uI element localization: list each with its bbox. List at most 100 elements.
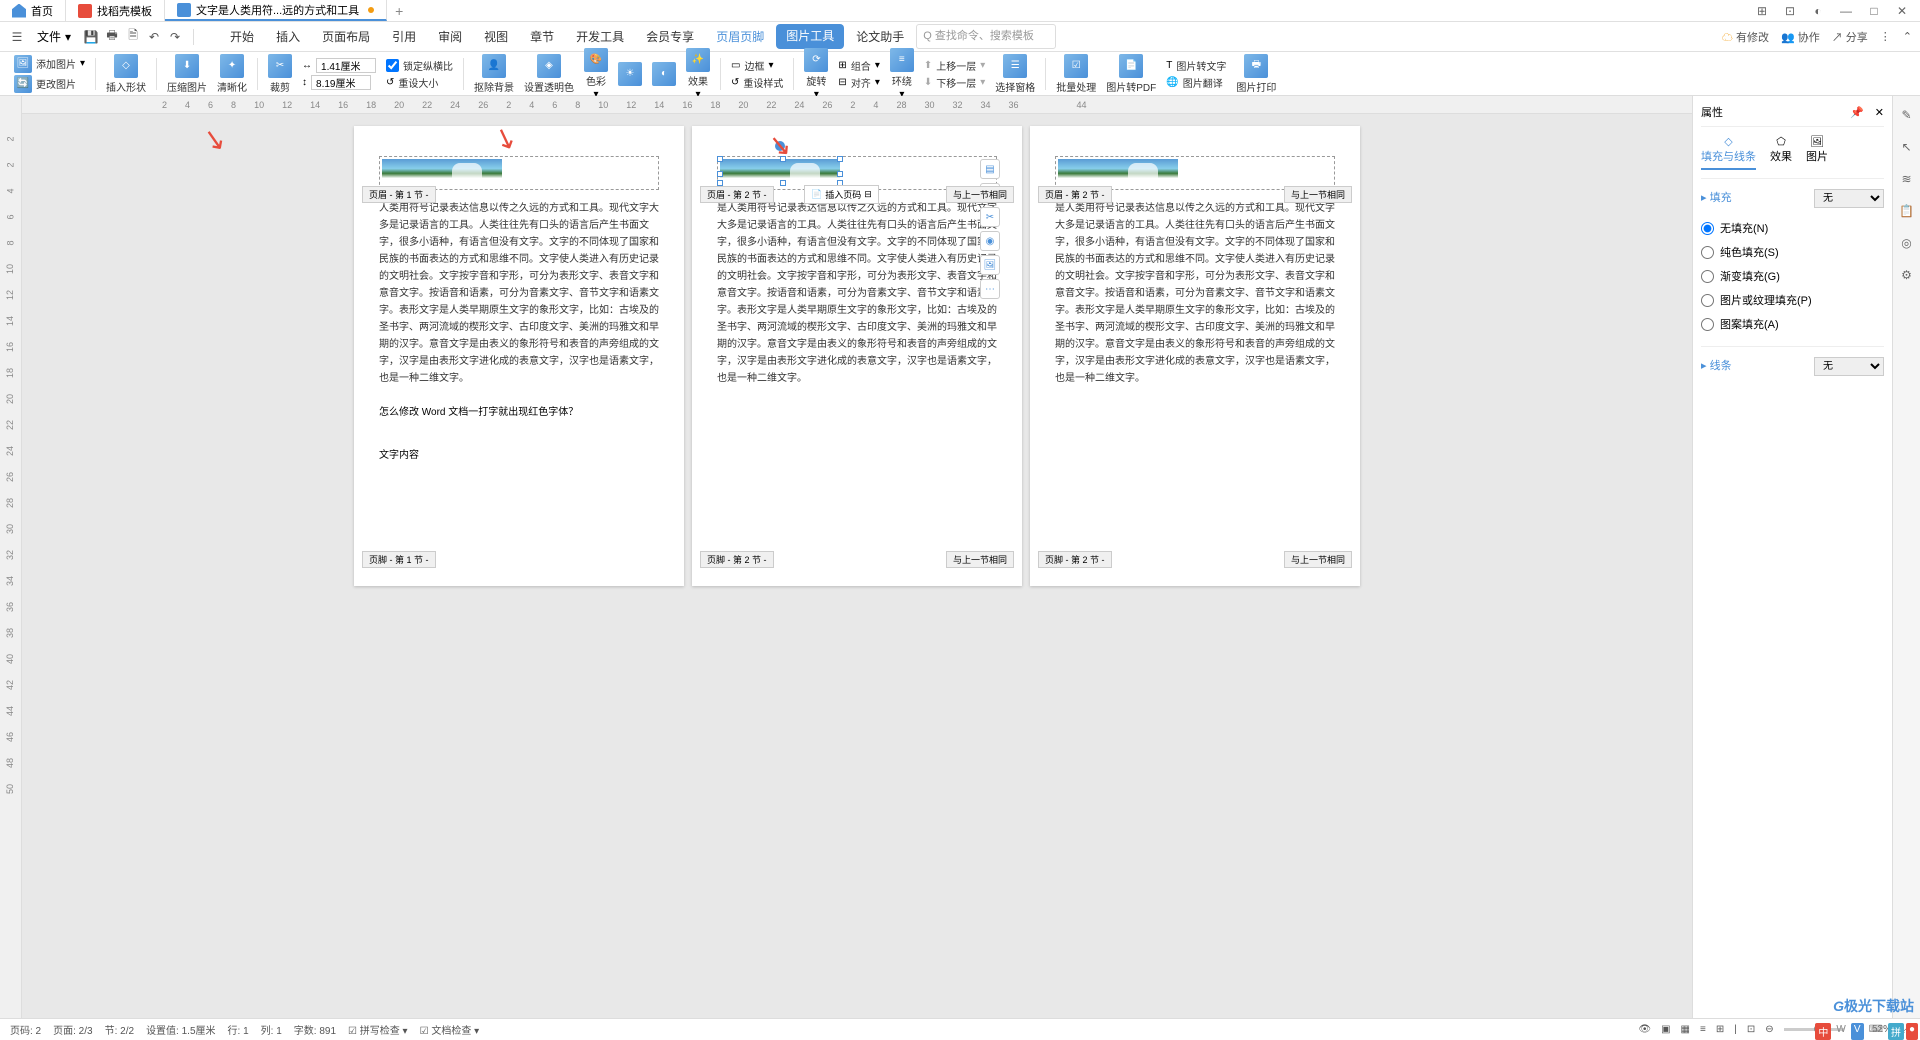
- fill-icon[interactable]: ◉: [980, 231, 1000, 251]
- prop-tab-fill[interactable]: ◇ 填充与线条: [1701, 135, 1756, 170]
- batch[interactable]: ☑批量处理: [1052, 54, 1100, 94]
- resize-handle-tr[interactable]: [837, 156, 843, 162]
- menu-collapse[interactable]: ⌃: [1903, 30, 1912, 43]
- location-icon[interactable]: ◎: [1898, 234, 1916, 252]
- brightness[interactable]: ☀: [614, 62, 646, 86]
- props-pin-icon[interactable]: 📌: [1850, 107, 1864, 119]
- status-setval[interactable]: 设置值: 1.5厘米: [146, 1022, 215, 1037]
- zoom-fit-icon[interactable]: ⊡: [1747, 1024, 1755, 1035]
- remove-bg[interactable]: 👤抠除背景: [470, 54, 518, 94]
- collab-button[interactable]: 👥 协作: [1781, 29, 1820, 45]
- status-col[interactable]: 列: 1: [261, 1022, 282, 1037]
- clipboard-icon[interactable]: 📋: [1898, 202, 1916, 220]
- add-image[interactable]: 🖼添加图片 ▾: [10, 55, 89, 73]
- align[interactable]: ⊟对齐▾: [834, 75, 883, 90]
- menu-start[interactable]: 开始: [220, 24, 264, 49]
- line-section[interactable]: ▸ 线条: [1701, 360, 1732, 372]
- reset-style[interactable]: ↺重设样式: [727, 75, 787, 90]
- status-words[interactable]: 字数: 891: [294, 1022, 336, 1037]
- win-close[interactable]: ✕: [1894, 3, 1910, 19]
- reset-size[interactable]: ↺重设大小: [382, 75, 457, 90]
- move-down[interactable]: ⬇下移一层▾: [920, 75, 989, 90]
- menu-more[interactable]: ⋮: [1880, 30, 1891, 43]
- width-input[interactable]: ↔: [298, 58, 380, 73]
- insert-shape[interactable]: ◇插入形状: [102, 54, 150, 94]
- resize-handle-l[interactable]: [717, 171, 723, 177]
- props-close-icon[interactable]: ✕: [1875, 107, 1884, 119]
- menu-review[interactable]: 审阅: [428, 24, 472, 49]
- view-outline-icon[interactable]: ≡: [1700, 1024, 1706, 1035]
- tab-add[interactable]: +: [387, 3, 411, 19]
- layout-options-icon[interactable]: ▤: [980, 159, 1000, 179]
- header-region[interactable]: ▤ 🔍 ✂ ◉ 🖼 ⋯ 📄 插入页码 ⊟: [717, 156, 997, 190]
- fill-solid[interactable]: 纯色填充(S): [1701, 240, 1884, 264]
- undo-icon[interactable]: ↶: [145, 28, 163, 46]
- fill-pattern[interactable]: 图案填充(A): [1701, 312, 1884, 336]
- menu-ref[interactable]: 引用: [382, 24, 426, 49]
- menu-chapter[interactable]: 章节: [520, 24, 564, 49]
- view-reading-icon[interactable]: 👁: [1638, 1024, 1651, 1035]
- status-line[interactable]: 行: 1: [228, 1022, 249, 1037]
- style-tool-icon[interactable]: ≋: [1898, 170, 1916, 188]
- wrap[interactable]: ≡环绕▾: [886, 48, 918, 100]
- resize-handle-r[interactable]: [837, 171, 843, 177]
- page-2[interactable]: ▤ 🔍 ✂ ◉ 🖼 ⋯ 📄 插入页码 ⊟ 页眉 - 第 2 节 - 与上一节相同…: [692, 126, 1022, 586]
- effect[interactable]: ✨效果▾: [682, 48, 714, 100]
- color[interactable]: 🎨色彩▾: [580, 48, 612, 100]
- menu-headerfoot[interactable]: 页眉页脚: [706, 24, 774, 49]
- combine[interactable]: ⊞组合▾: [834, 58, 883, 73]
- crop[interactable]: ✂裁剪: [264, 54, 296, 94]
- save-icon[interactable]: 💾: [82, 28, 100, 46]
- page-3[interactable]: 页眉 - 第 2 节 - 与上一节相同 是人类用符号记录表达信息以传之久远的方式…: [1030, 126, 1360, 586]
- contrast[interactable]: ◐: [648, 62, 680, 86]
- border[interactable]: ▭边框▾: [727, 58, 787, 73]
- to-pdf[interactable]: 📄图片转PDF: [1102, 54, 1160, 94]
- print-icon[interactable]: 🖶: [103, 28, 121, 46]
- menu-dev[interactable]: 开发工具: [566, 24, 634, 49]
- hamburger-icon[interactable]: ☰: [8, 28, 26, 46]
- header-image[interactable]: [382, 159, 502, 183]
- select-pane[interactable]: ☰选择窗格: [991, 54, 1039, 94]
- view-print-icon[interactable]: ▣: [1661, 1024, 1670, 1035]
- win-grid-icon[interactable]: ⊡: [1782, 3, 1798, 19]
- redo-icon[interactable]: ↷: [166, 28, 184, 46]
- status-page[interactable]: 页面: 2/3: [53, 1022, 92, 1037]
- fill-texture[interactable]: 图片或纹理填充(P): [1701, 288, 1884, 312]
- view-fullwidth-icon[interactable]: ⊞: [1716, 1024, 1724, 1035]
- tab-home[interactable]: 首页: [0, 0, 66, 21]
- change-image[interactable]: 🔄更改图片: [10, 75, 89, 93]
- edit-tool-icon[interactable]: ✎: [1898, 106, 1916, 124]
- sharpen[interactable]: ✦清晰化: [213, 54, 251, 94]
- status-doccheck[interactable]: ☑ 文档检查 ▾: [420, 1022, 480, 1037]
- fill-select[interactable]: 无: [1814, 189, 1884, 208]
- win-app-icon[interactable]: ⊞: [1754, 3, 1770, 19]
- status-spell[interactable]: ☑ 拼写检查 ▾: [348, 1022, 408, 1037]
- transparency[interactable]: ◈设置透明色: [520, 54, 578, 94]
- compress[interactable]: ⬇压缩图片: [163, 54, 211, 94]
- translate[interactable]: 🌐图片翻译: [1162, 75, 1230, 90]
- menu-member[interactable]: 会员专享: [636, 24, 704, 49]
- move-up[interactable]: ⬆上移一层▾: [920, 58, 989, 73]
- tab-doc[interactable]: 文字是人类用符...远的方式和工具: [165, 0, 387, 21]
- print[interactable]: 🖶图片打印: [1232, 54, 1280, 94]
- header-image[interactable]: [1058, 159, 1178, 183]
- more-tool-icon[interactable]: ⋯: [980, 279, 1000, 299]
- win-maximize[interactable]: □: [1866, 3, 1882, 19]
- menu-pictool[interactable]: 图片工具: [776, 24, 844, 49]
- tab-dk[interactable]: 找稻壳模板: [66, 0, 165, 21]
- win-user-icon[interactable]: ◐: [1810, 3, 1826, 19]
- select-tool-icon[interactable]: ↖: [1898, 138, 1916, 156]
- search-box[interactable]: Q 查找命令、搜索模板: [916, 24, 1056, 49]
- resize-handle-b[interactable]: [780, 180, 786, 186]
- replace-pic-icon[interactable]: 🖼: [980, 255, 1000, 275]
- insert-pagenum-badge[interactable]: 📄 插入页码 ⊟: [804, 185, 879, 204]
- changes-status[interactable]: ☁ 有修改: [1722, 29, 1769, 45]
- lock-ratio[interactable]: 锁定纵横比: [382, 58, 457, 73]
- prop-tab-pic[interactable]: 🖼 图片: [1806, 135, 1828, 170]
- rotate[interactable]: ⟳旋转▾: [800, 48, 832, 100]
- menu-layout[interactable]: 页面布局: [312, 24, 380, 49]
- share-button[interactable]: ↗ 分享: [1832, 29, 1868, 45]
- fill-none[interactable]: 无填充(N): [1701, 216, 1884, 240]
- preview-icon[interactable]: 🗎: [124, 28, 142, 46]
- status-section[interactable]: 节: 2/2: [105, 1022, 134, 1037]
